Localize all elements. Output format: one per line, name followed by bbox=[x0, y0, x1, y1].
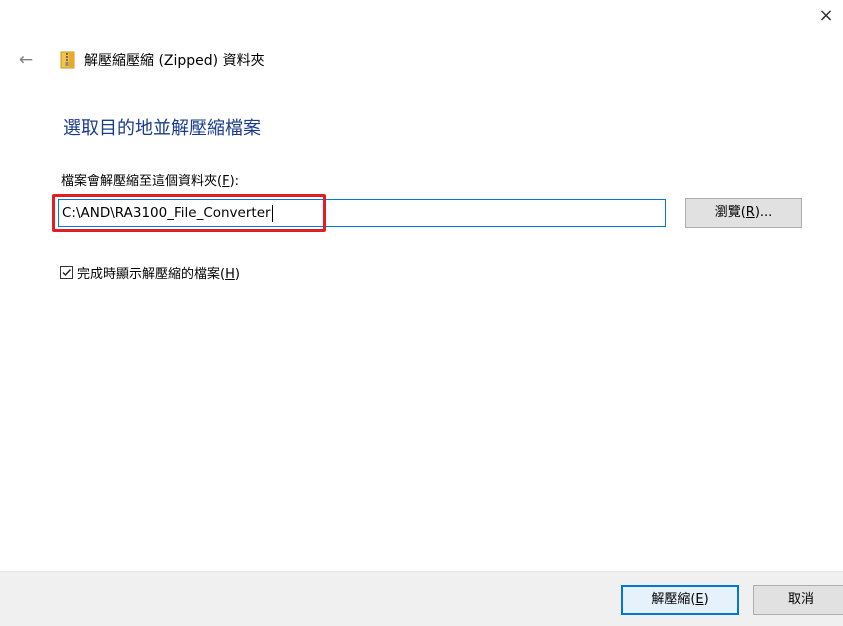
browse-label-accel: R bbox=[745, 205, 755, 220]
close-icon[interactable]: × bbox=[812, 4, 840, 28]
destination-path-value: C:\AND\RA3100_File_Converter bbox=[62, 205, 271, 221]
browse-button[interactable]: 瀏覽(R)... bbox=[685, 198, 802, 228]
destination-label-accel: F bbox=[222, 174, 230, 189]
browse-label-suffix: )... bbox=[754, 205, 773, 220]
show-files-label-prefix: 完成時顯示解壓縮的檔案( bbox=[77, 266, 226, 282]
checkmark-icon bbox=[62, 268, 72, 276]
extract-label-prefix: 解壓縮( bbox=[651, 592, 696, 607]
show-files-label-accel: H bbox=[225, 266, 235, 282]
show-files-label-suffix: ) bbox=[234, 266, 240, 282]
back-arrow-icon[interactable]: ← bbox=[14, 48, 38, 72]
browse-label-prefix: 瀏覽( bbox=[714, 205, 746, 220]
show-files-checkbox-label: 完成時顯示解壓縮的檔案(H) bbox=[77, 263, 240, 282]
text-caret bbox=[271, 204, 273, 222]
destination-label-prefix: 檔案會解壓縮至這個資料夾( bbox=[61, 174, 223, 189]
cancel-button[interactable]: 取消 bbox=[753, 585, 843, 615]
extract-label-suffix: ) bbox=[703, 592, 709, 607]
extract-label-accel: E bbox=[695, 592, 704, 607]
instruction-heading: 選取目的地並解壓縮檔案 bbox=[63, 118, 261, 139]
destination-label-suffix: ): bbox=[229, 174, 240, 189]
destination-path-input[interactable]: C:\AND\RA3100_File_Converter bbox=[58, 199, 666, 227]
show-files-checkbox[interactable] bbox=[60, 265, 73, 279]
extract-zip-dialog: × ← 解壓縮壓縮 (Zipped) 資料夾 選取目的地並解壓縮檔案 檔案會解壓… bbox=[0, 0, 843, 626]
dialog-title: 解壓縮壓縮 (Zipped) 資料夾 bbox=[84, 53, 265, 69]
dialog-header: ← 解壓縮壓縮 (Zipped) 資料夾 bbox=[14, 48, 265, 72]
show-files-checkbox-row[interactable]: 完成時顯示解壓縮的檔案(H) bbox=[60, 262, 240, 282]
extract-button[interactable]: 解壓縮(E) bbox=[621, 585, 739, 615]
zip-folder-icon bbox=[60, 51, 76, 69]
destination-label: 檔案會解壓縮至這個資料夾(F): bbox=[61, 170, 239, 189]
